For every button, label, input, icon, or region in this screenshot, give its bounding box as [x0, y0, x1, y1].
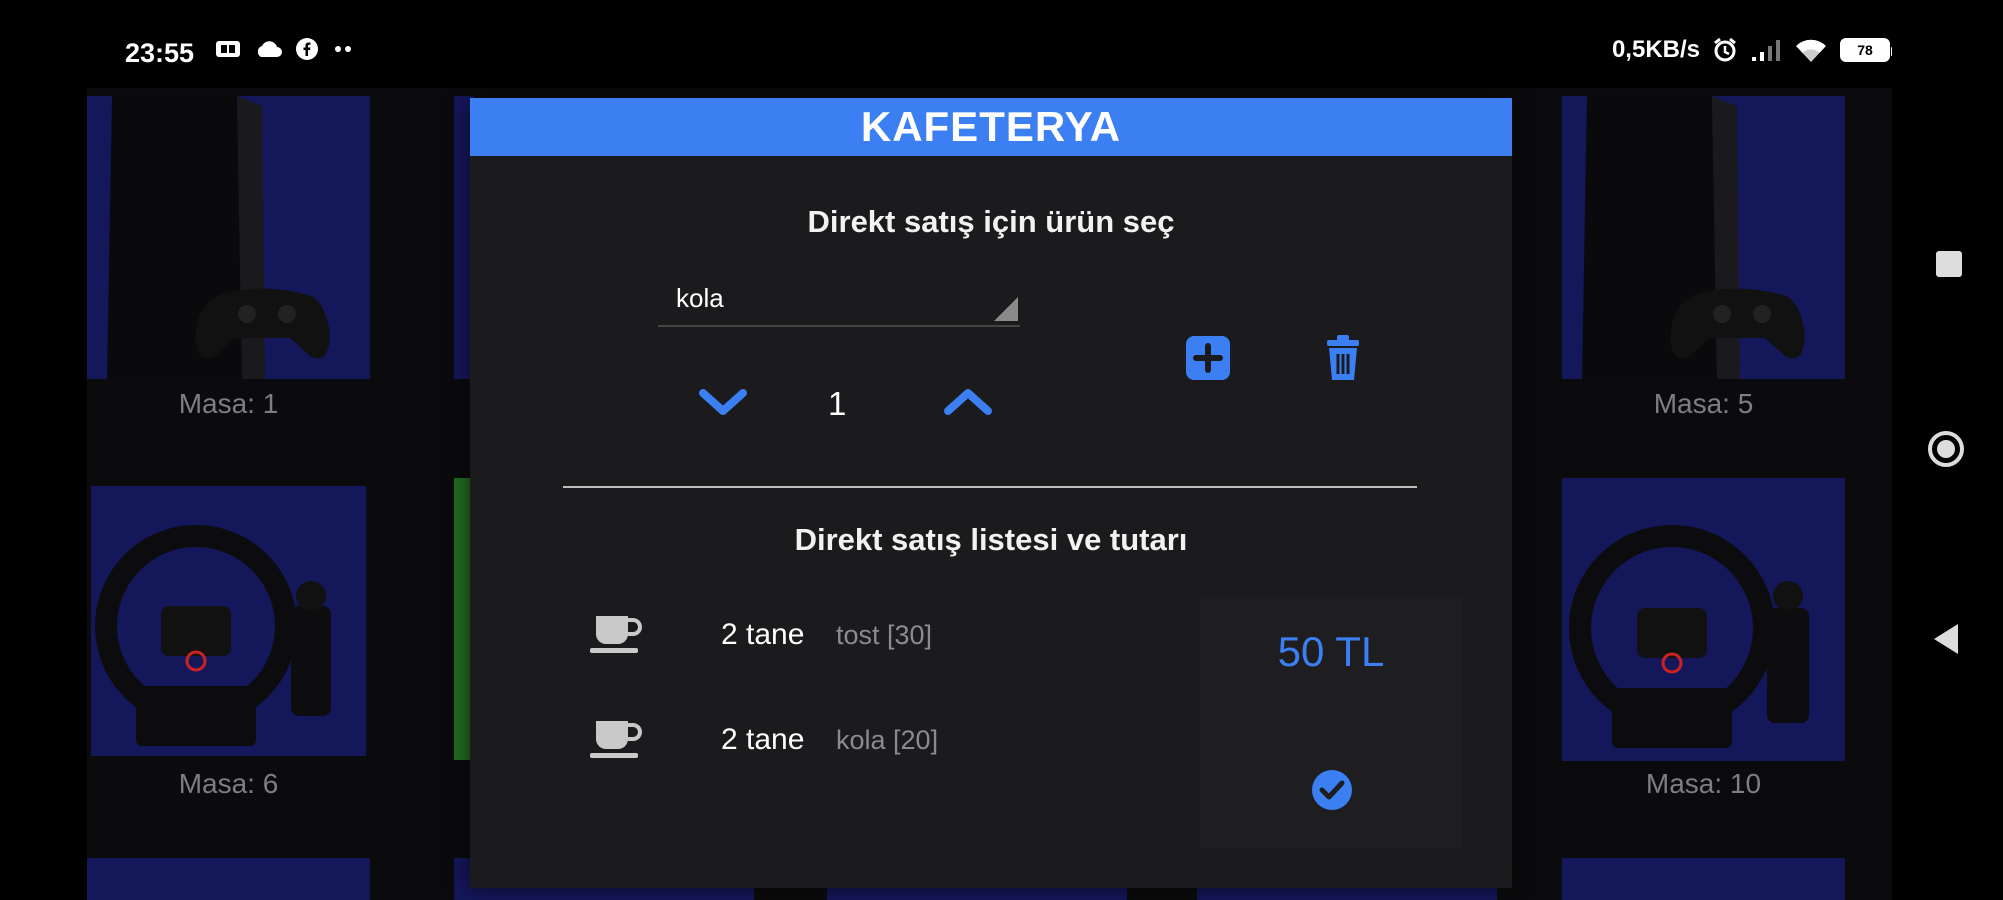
table-tile-bottom-right[interactable] — [1562, 858, 1845, 900]
steering-wheel-image — [1569, 525, 1809, 748]
status-notification-icons — [215, 37, 355, 61]
table-label-10: Masa: 10 — [1645, 768, 1762, 799]
table-tile-bottom-left[interactable] — [87, 858, 370, 900]
coffee-cup-icon — [590, 721, 642, 758]
recents-button[interactable] — [1936, 251, 1962, 277]
list-item: 2 tane kola [20] — [588, 713, 1148, 773]
signal-icon — [1752, 40, 1780, 61]
coffee-cup-icon — [590, 616, 642, 653]
dialog-title: KAFETERYA — [470, 98, 1512, 156]
wifi-icon — [1796, 39, 1826, 62]
product-dropdown[interactable]: kola — [658, 273, 1020, 327]
battery-level: 78 — [1857, 42, 1873, 58]
ps4-console-image — [1582, 96, 1805, 379]
status-bar: 23:55 0,5KB/s 78 — [0, 0, 1895, 88]
cafeteria-dialog: KAFETERYA Direkt satış için ürün seç kol… — [470, 98, 1512, 888]
plus-square-icon[interactable] — [1178, 328, 1238, 388]
cloud-icon — [257, 41, 282, 57]
sim-icon — [216, 41, 240, 57]
chevron-down-icon[interactable] — [693, 381, 753, 421]
home-button[interactable] — [1928, 431, 1964, 467]
table-tile-10[interactable] — [1562, 478, 1845, 761]
item-count: 2 tane — [721, 618, 805, 651]
item-description: tost [30] — [836, 620, 933, 650]
table-label-6: Masa: 6 — [178, 768, 279, 799]
alarm-icon — [1714, 37, 1736, 62]
table-label-5: Masa: 5 — [1653, 388, 1754, 419]
table-label-1: Masa: 1 — [178, 388, 279, 419]
item-count: 2 tane — [721, 723, 805, 756]
facebook-icon — [296, 38, 318, 60]
select-section-title: Direkt satış için ürün seç — [807, 204, 1175, 239]
table-tile-6[interactable] — [91, 486, 366, 756]
item-description: kola [20] — [836, 725, 939, 755]
dropdown-arrow-icon — [994, 297, 1018, 321]
product-dropdown-value: kola — [676, 283, 724, 313]
list-section-title: Direkt satış listesi ve tutarı — [794, 522, 1188, 557]
status-time: 23:55 — [125, 38, 195, 68]
table-tile-1[interactable] — [87, 96, 370, 379]
list-item: 2 tane tost [30] — [588, 608, 1148, 668]
back-button[interactable] — [1934, 624, 1958, 654]
table-tile-5[interactable] — [1562, 96, 1845, 379]
network-speed: 0,5KB/s — [1611, 36, 1700, 63]
total-panel: 50 TL — [1200, 598, 1462, 848]
total-amount: 50 TL — [1277, 628, 1385, 675]
battery-icon: 78 — [1840, 38, 1895, 62]
ps4-console-image — [107, 96, 330, 379]
divider — [563, 486, 1417, 488]
more-dots-icon — [335, 46, 351, 52]
trash-icon[interactable] — [1313, 328, 1373, 388]
chevron-up-icon[interactable] — [938, 381, 998, 421]
check-circle-icon[interactable] — [1310, 768, 1354, 812]
quantity-value: 1 — [828, 385, 847, 422]
steering-wheel-image — [95, 525, 331, 746]
